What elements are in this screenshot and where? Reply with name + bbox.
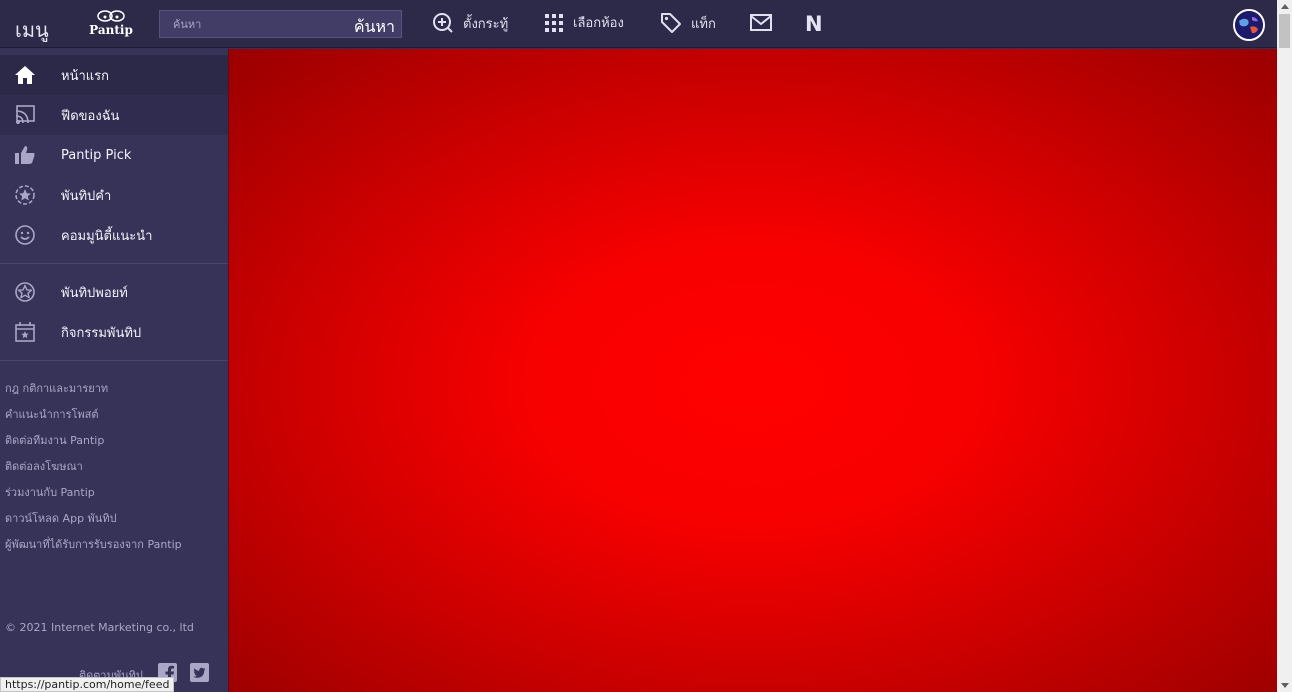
grid-icon [545,13,563,32]
sidebar-link-posting-guide[interactable]: คำแนะนำการโพสต์ [5,405,99,423]
sidebar-link-advertise[interactable]: ติดต่อลงโฆษณา [5,457,83,475]
nav-create-topic[interactable]: ตั้งกระทู้ [432,12,508,34]
home-icon [15,66,35,84]
add-circle-icon [433,13,453,33]
sidebar-item-label: ฟีดของฉัน [61,108,120,124]
search-input[interactable] [160,11,340,37]
tag-icon [661,13,681,33]
pantip-logo-mark-icon [97,10,125,22]
sidebar-link-contact-team[interactable]: ติดต่อทีมงาน Pantip [5,431,104,449]
nav-choose-room-label: เลือกห้อง [573,16,624,31]
sidebar-item-label: คอมมูนิตี้แนะนำ [61,228,153,244]
status-bar-url: https://pantip.com/home/feed [0,677,175,692]
nav-tags-label: แท็ก [691,16,716,32]
mail-icon [750,14,772,31]
sidebar-item-pantip-kham[interactable]: พันทิปคำ [0,175,228,215]
sidebar-link-download-app[interactable]: ดาวน์โหลด App พันทิป [5,509,117,527]
nav-tags[interactable]: แท็ก [660,12,716,34]
sidebar-item-label: กิจกรรมพันทิป [61,325,142,341]
sidebar-item-pantip-pick[interactable]: Pantip Pick [0,135,228,175]
globe-avatar-icon [1235,11,1263,39]
notification-button[interactable]: N [805,12,823,36]
sidebar-item-pantip-activities[interactable]: กิจกรรมพันทิป [0,312,228,352]
thumbs-up-icon [15,146,35,164]
feed-icon [15,105,35,124]
sidebar-link-careers[interactable]: ร่วมงานกับ Pantip [5,483,95,501]
sidebar-item-label: หน้าแรก [61,68,109,84]
pantip-logo[interactable]: Pantip [89,10,133,37]
sidebar-link-certified-developers[interactable]: ผู้พัฒนาที่ได้รับการรับรองจาก Pantip [5,535,182,553]
sidebar-item-pantip-point[interactable]: พันทิปพอยท์ [0,272,228,312]
star-badge-icon [15,185,35,205]
twitter-icon [190,663,209,682]
star-circle-icon [15,282,35,302]
smile-icon [15,225,35,245]
search-button[interactable]: ค้นหา [354,15,395,40]
scroll-up-arrow-icon[interactable] [1281,4,1289,9]
twitter-link[interactable] [190,663,209,686]
sidebar-link-rules[interactable]: กฎ กติกาและมารยาท [5,379,108,397]
sidebar-item-label: Pantip Pick [61,147,132,163]
sidebar: หน้าแรก ฟีดของฉัน Pantip Pick พันทิปคำ ค… [0,49,228,692]
calendar-star-icon [15,322,35,342]
top-navigation-bar: เมนู Pantip ค้นหา ตั้งกระทู้ เลือกห้อง [0,0,1277,48]
sidebar-divider [0,360,228,361]
mail-button[interactable] [750,14,772,36]
vertical-scrollbar[interactable] [1277,0,1292,692]
sidebar-item-recommended-community[interactable]: คอมมูนิตี้แนะนำ [0,215,228,255]
sidebar-item-home[interactable]: หน้าแรก [0,55,228,95]
sidebar-divider [0,263,228,264]
menu-button[interactable]: เมนู [15,14,49,46]
search-box: ค้นหา [159,10,402,38]
nav-choose-room[interactable]: เลือกห้อง [544,12,624,33]
scroll-down-arrow-icon[interactable] [1281,683,1289,688]
sidebar-item-label: พันทิปพอยท์ [61,285,128,301]
scrollbar-thumb[interactable] [1279,14,1290,48]
logo-text: Pantip [89,23,133,37]
sidebar-item-my-feed[interactable]: ฟีดของฉัน [0,95,228,135]
nav-create-topic-label: ตั้งกระทู้ [463,16,509,32]
sidebar-item-label: พันทิปคำ [61,188,112,204]
main-content-area [229,49,1277,692]
user-avatar[interactable] [1233,9,1265,41]
copyright-text: © 2021 Internet Marketing co., ltd [5,621,194,634]
